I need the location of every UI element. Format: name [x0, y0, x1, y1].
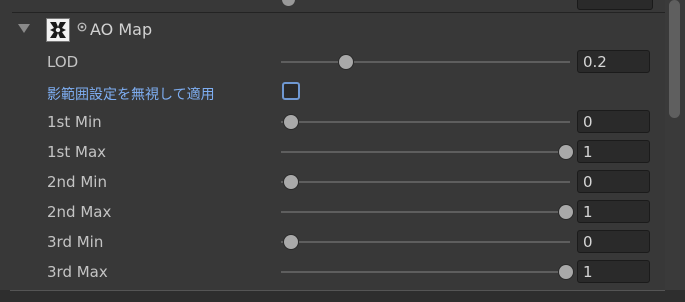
slider-knob[interactable] — [559, 265, 573, 279]
value-field[interactable]: 0 — [577, 170, 650, 193]
value-field[interactable]: 1 — [577, 260, 650, 283]
property-row-1st-min: 1st Min 0 — [0, 107, 665, 137]
slider-knob[interactable] — [339, 55, 353, 69]
property-row-1st-max: 1st Max 1 — [0, 137, 665, 167]
value-field[interactable]: 1 — [577, 200, 650, 223]
previous-slider-knob[interactable] — [282, 0, 295, 6]
property-label: 3rd Max — [47, 263, 108, 281]
vertical-scrollbar[interactable] — [665, 0, 685, 290]
slider-knob[interactable] — [559, 145, 573, 159]
property-row-ignore-range: 影範囲設定を無視して適用 — [0, 77, 665, 107]
ao-map-header: AO Map — [0, 14, 665, 46]
slider-knob[interactable] — [284, 115, 298, 129]
value-field[interactable]: 1 — [577, 140, 650, 163]
object-picker-icon[interactable] — [77, 22, 87, 32]
slider-track[interactable] — [281, 271, 570, 273]
triangle-down-icon[interactable] — [18, 24, 30, 33]
inspector-panel: AO Map LOD 0.2 影範囲設定を無視して適用 1st Min 0 1st Max… — [0, 0, 685, 302]
property-row-lod: LOD 0.2 — [0, 47, 665, 77]
property-row-2nd-min: 2nd Min 0 — [0, 167, 665, 197]
property-row-2nd-max: 2nd Max 1 — [0, 197, 665, 227]
property-label: 1st Min — [47, 113, 102, 131]
slider-knob[interactable] — [284, 235, 298, 249]
property-label: 2nd Max — [47, 203, 112, 221]
footer-divider — [10, 290, 665, 291]
property-label: LOD — [47, 53, 79, 71]
section-title: AO Map — [90, 20, 153, 39]
property-label: 3rd Min — [47, 233, 104, 251]
slider-track[interactable] — [281, 121, 570, 123]
value-field[interactable]: 0 — [577, 230, 650, 253]
property-label: 1st Max — [47, 143, 107, 161]
texture-thumbnail-icon[interactable] — [46, 18, 70, 42]
slider-track[interactable] — [281, 151, 570, 153]
ignore-range-checkbox[interactable] — [282, 82, 300, 100]
property-label: 影範囲設定を無視して適用 — [47, 87, 215, 103]
slider-track[interactable] — [281, 241, 570, 243]
section-footer — [0, 290, 685, 302]
section-divider — [12, 12, 665, 13]
value-field[interactable]: 0 — [577, 110, 650, 133]
slider-track[interactable] — [281, 61, 570, 63]
property-row-3rd-min: 3rd Min 0 — [0, 227, 665, 257]
scrollbar-handle[interactable] — [669, 0, 680, 118]
slider-track[interactable] — [281, 181, 570, 183]
property-row-3rd-max: 3rd Max 1 — [0, 257, 665, 287]
property-label: 2nd Min — [47, 173, 107, 191]
previous-row-remnant — [0, 0, 665, 12]
previous-value-field[interactable] — [577, 0, 653, 10]
slider-track[interactable] — [281, 211, 570, 213]
value-field[interactable]: 0.2 — [577, 50, 650, 73]
slider-knob[interactable] — [284, 175, 298, 189]
slider-knob[interactable] — [559, 205, 573, 219]
